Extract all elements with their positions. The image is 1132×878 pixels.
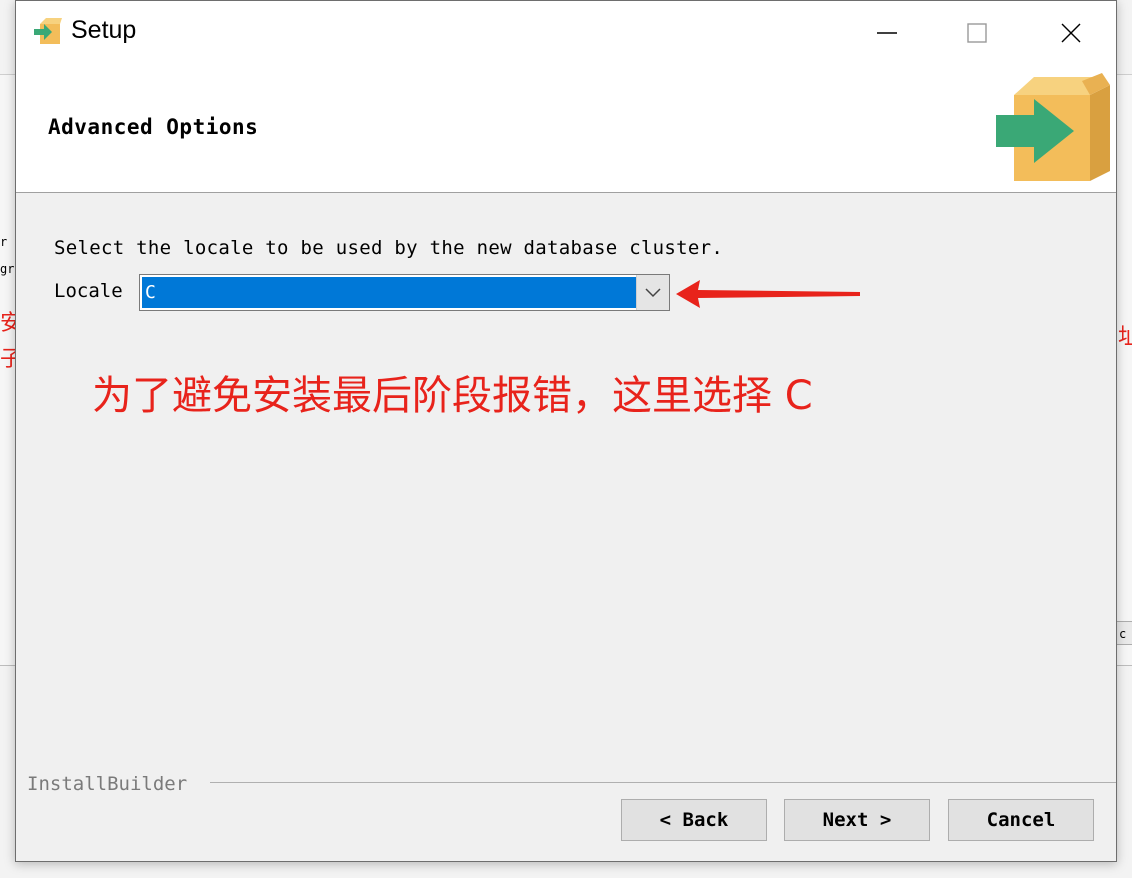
minimize-icon bbox=[877, 32, 897, 34]
installer-box-arrow-icon bbox=[996, 73, 1110, 181]
wizard-header: Advanced Options bbox=[16, 65, 1116, 193]
red-arrow-icon bbox=[676, 280, 860, 308]
chevron-down-icon bbox=[645, 287, 661, 297]
close-icon bbox=[1061, 23, 1081, 43]
next-button[interactable]: Next > bbox=[784, 799, 930, 841]
locale-select[interactable]: C bbox=[139, 274, 670, 311]
red-annotation-text: 为了避免安装最后阶段报错，这里选择 C bbox=[92, 373, 813, 419]
setup-dialog: Setup Advanced Options Select the locale… bbox=[15, 0, 1117, 862]
installbuilder-brand: InstallBuilder bbox=[27, 773, 198, 795]
footer-divider bbox=[210, 782, 1116, 783]
maximize-button[interactable] bbox=[932, 1, 1022, 65]
close-button[interactable] bbox=[1026, 1, 1116, 65]
page-title: Advanced Options bbox=[48, 115, 259, 139]
setup-box-icon bbox=[34, 18, 62, 44]
minimize-button[interactable] bbox=[842, 1, 932, 65]
locale-label: Locale bbox=[54, 280, 123, 302]
cancel-button[interactable]: Cancel bbox=[948, 799, 1094, 841]
background-red-fragment: 址 bbox=[1118, 325, 1132, 350]
title-bar[interactable]: Setup bbox=[16, 1, 1116, 65]
maximize-icon bbox=[967, 23, 987, 43]
back-button[interactable]: < Back bbox=[621, 799, 767, 841]
window-title: Setup bbox=[71, 16, 137, 44]
background-text-fragment: gr bbox=[0, 262, 15, 276]
wizard-content: Select the locale to be used by the new … bbox=[16, 193, 1116, 773]
locale-selected-value[interactable]: C bbox=[142, 277, 636, 308]
dropdown-button[interactable] bbox=[636, 275, 669, 310]
locale-prompt: Select the locale to be used by the new … bbox=[54, 237, 724, 259]
